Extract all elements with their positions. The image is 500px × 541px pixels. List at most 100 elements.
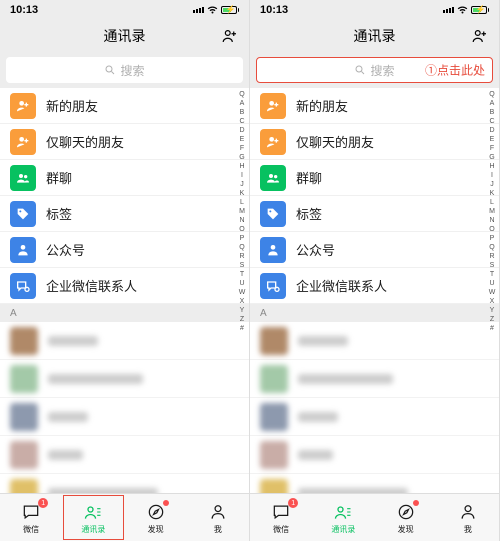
index-letter[interactable]: G	[237, 153, 247, 162]
index-letter[interactable]: O	[237, 225, 247, 234]
tab-contacts[interactable]: 通讯录	[62, 494, 124, 541]
index-letter[interactable]: Y	[237, 306, 247, 315]
contact-row[interactable]	[0, 398, 249, 436]
index-letter[interactable]: R	[487, 252, 497, 261]
index-letter[interactable]: Q	[487, 90, 497, 99]
add-contact-icon[interactable]	[471, 27, 489, 45]
contact-row[interactable]	[0, 360, 249, 398]
index-letter[interactable]: A	[487, 99, 497, 108]
index-letter[interactable]: L	[487, 198, 497, 207]
index-letter[interactable]: W	[487, 288, 497, 297]
row-wecom-contacts[interactable]: 企业微信联系人	[250, 268, 499, 304]
index-letter[interactable]: W	[237, 288, 247, 297]
row-tags[interactable]: 标签	[0, 196, 249, 232]
index-letter[interactable]: X	[487, 297, 497, 306]
index-letter[interactable]: P	[487, 234, 497, 243]
index-letter[interactable]: O	[487, 225, 497, 234]
row-chat-only-friends[interactable]: 仅聊天的朋友	[0, 124, 249, 160]
tab-label: 发现	[148, 524, 164, 535]
contact-row[interactable]	[250, 436, 499, 474]
tab-me[interactable]: 我	[437, 494, 499, 541]
contacts-list[interactable]: 新的朋友 仅聊天的朋友 群聊 标签 公众号 企业微信联系人 A	[0, 88, 249, 493]
index-letter[interactable]: F	[237, 144, 247, 153]
row-group-chat[interactable]: 群聊	[250, 160, 499, 196]
index-letter[interactable]: Z	[487, 315, 497, 324]
contact-row[interactable]	[0, 436, 249, 474]
index-letter[interactable]: Z	[237, 315, 247, 324]
index-letter[interactable]: Q	[237, 243, 247, 252]
index-letter[interactable]: H	[237, 162, 247, 171]
contact-row[interactable]	[250, 398, 499, 436]
row-official-accounts[interactable]: 公众号	[0, 232, 249, 268]
index-letter[interactable]: D	[237, 126, 247, 135]
row-group-chat[interactable]: 群聊	[0, 160, 249, 196]
row-new-friends[interactable]: 新的朋友	[250, 88, 499, 124]
person-icon	[260, 237, 286, 263]
tab-contacts[interactable]: 通讯录	[312, 494, 374, 541]
row-official-accounts[interactable]: 公众号	[250, 232, 499, 268]
contact-row[interactable]	[250, 360, 499, 398]
tab-wechat[interactable]: 1 微信	[250, 494, 312, 541]
index-letter[interactable]: #	[487, 324, 497, 333]
index-letter[interactable]: U	[487, 279, 497, 288]
index-letter[interactable]: A	[237, 99, 247, 108]
row-wecom-contacts[interactable]: 企业微信联系人	[0, 268, 249, 304]
nav-header: 通讯录	[250, 20, 499, 52]
index-letter[interactable]: E	[237, 135, 247, 144]
row-tags[interactable]: 标签	[250, 196, 499, 232]
tab-discover[interactable]: 发现	[375, 494, 437, 541]
page-title: 通讯录	[354, 26, 396, 46]
search-input[interactable]: 搜索	[6, 57, 243, 83]
index-letter[interactable]: P	[237, 234, 247, 243]
index-letter[interactable]: N	[237, 216, 247, 225]
index-letter[interactable]: F	[487, 144, 497, 153]
alphabet-index[interactable]: QABCDEFGHIJKLMNOPQRSTUWXYZ#	[237, 90, 247, 491]
index-letter[interactable]: C	[237, 117, 247, 126]
add-contact-icon[interactable]	[221, 27, 239, 45]
index-letter[interactable]: M	[487, 207, 497, 216]
contacts-list[interactable]: 新的朋友 仅聊天的朋友 群聊 标签 公众号 企业微信联系人 A	[250, 88, 499, 493]
index-letter[interactable]: S	[237, 261, 247, 270]
index-letter[interactable]: X	[237, 297, 247, 306]
contact-row[interactable]	[0, 322, 249, 360]
index-letter[interactable]: J	[237, 180, 247, 189]
index-letter[interactable]: H	[487, 162, 497, 171]
index-letter[interactable]: N	[487, 216, 497, 225]
index-letter[interactable]: L	[237, 198, 247, 207]
index-letter[interactable]: T	[237, 270, 247, 279]
index-letter[interactable]: R	[237, 252, 247, 261]
index-letter[interactable]: Q	[487, 243, 497, 252]
search-bar: 搜索	[0, 52, 249, 88]
index-letter[interactable]: B	[487, 108, 497, 117]
index-letter[interactable]: T	[487, 270, 497, 279]
index-letter[interactable]: I	[487, 171, 497, 180]
row-label: 新的朋友	[296, 96, 348, 115]
contact-row[interactable]	[250, 474, 499, 493]
index-letter[interactable]: K	[487, 189, 497, 198]
index-letter[interactable]: G	[487, 153, 497, 162]
contact-row[interactable]	[0, 474, 249, 493]
index-letter[interactable]: #	[237, 324, 247, 333]
index-letter[interactable]: D	[487, 126, 497, 135]
index-letter[interactable]: Y	[487, 306, 497, 315]
battery-icon: ⚡	[221, 6, 240, 14]
row-chat-only-friends[interactable]: 仅聊天的朋友	[250, 124, 499, 160]
index-letter[interactable]: M	[237, 207, 247, 216]
index-letter[interactable]: S	[487, 261, 497, 270]
tab-me[interactable]: 我	[187, 494, 249, 541]
index-letter[interactable]: B	[237, 108, 247, 117]
index-letter[interactable]: Q	[237, 90, 247, 99]
alphabet-index[interactable]: QABCDEFGHIJKLMNOPQRSTUWXYZ#	[487, 90, 497, 491]
index-letter[interactable]: U	[237, 279, 247, 288]
row-new-friends[interactable]: 新的朋友	[0, 88, 249, 124]
avatar	[10, 327, 38, 355]
index-letter[interactable]: C	[487, 117, 497, 126]
tab-discover[interactable]: 发现	[125, 494, 187, 541]
contact-row[interactable]	[250, 322, 499, 360]
search-icon	[354, 64, 366, 76]
index-letter[interactable]: J	[487, 180, 497, 189]
index-letter[interactable]: K	[237, 189, 247, 198]
index-letter[interactable]: E	[487, 135, 497, 144]
tab-wechat[interactable]: 1 微信	[0, 494, 62, 541]
index-letter[interactable]: I	[237, 171, 247, 180]
